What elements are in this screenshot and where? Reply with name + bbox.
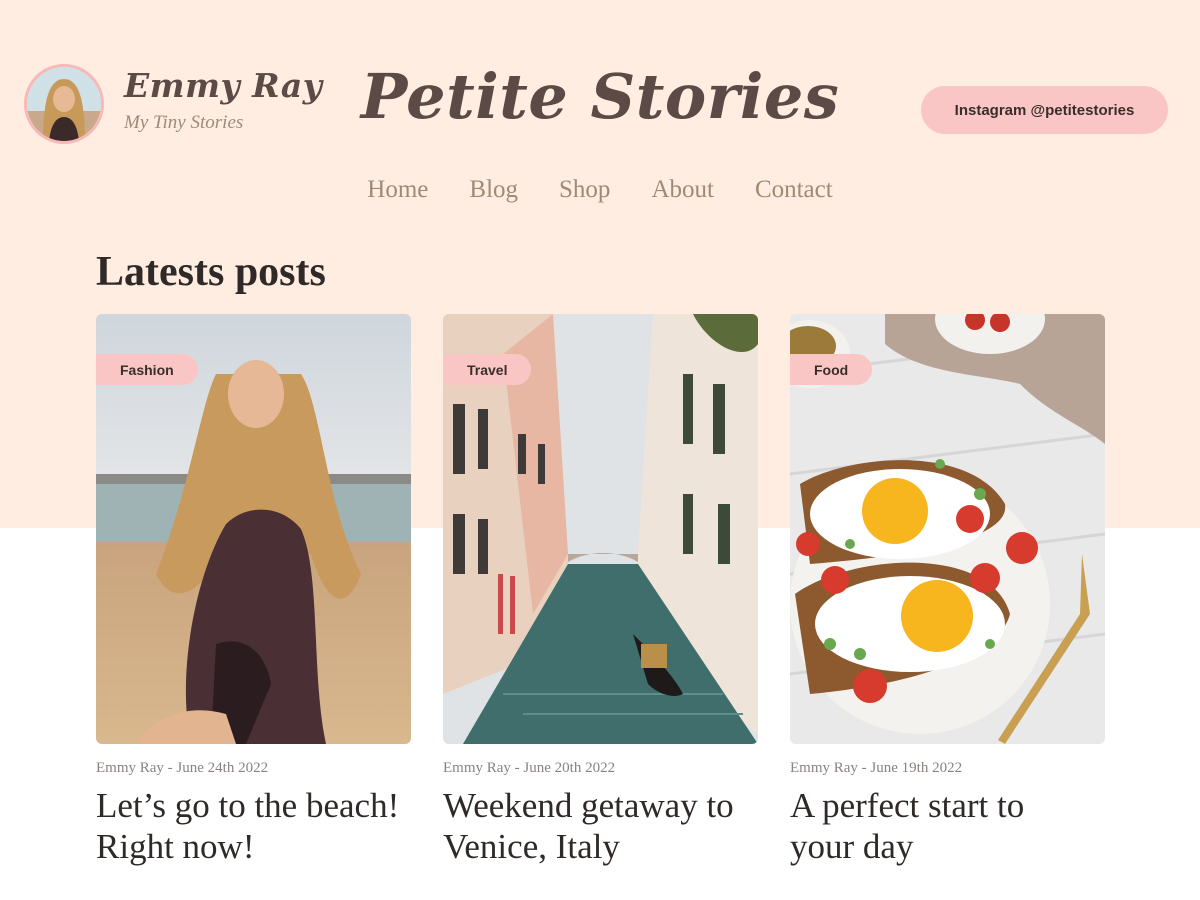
- post-title-line: Weekend getaway to: [443, 786, 734, 825]
- main-nav: Home Blog Shop About Contact: [0, 176, 1200, 204]
- nav-blog[interactable]: Blog: [469, 176, 518, 204]
- beach-photo[interactable]: Fashion: [96, 314, 411, 744]
- post-meta: Emmy Ray - June 19th 2022: [790, 760, 963, 776]
- post-title-line: your day: [790, 827, 914, 866]
- nav-about[interactable]: About: [651, 176, 714, 204]
- post-card-beach[interactable]: Fashion Emmy Ray - June 24th 2022 Let’s …: [96, 314, 411, 867]
- post-title[interactable]: Let’s go to the beach! Right now!: [96, 785, 411, 867]
- eggs-toast-photo[interactable]: Food: [790, 314, 1105, 744]
- post-title-line: Venice, Italy: [443, 827, 620, 866]
- post-card-eggs[interactable]: Food Emmy Ray - June 19th 2022 A perfect…: [790, 314, 1105, 867]
- post-meta: Emmy Ray - June 24th 2022: [96, 760, 269, 776]
- instagram-button[interactable]: Instagram @petitestories: [921, 86, 1168, 134]
- venice-canal-photo[interactable]: Travel: [443, 314, 758, 744]
- category-badge[interactable]: Travel: [443, 354, 532, 385]
- post-card-venice[interactable]: Travel Emmy Ray - June 20th 2022 Weekend…: [443, 314, 758, 867]
- nav-shop[interactable]: Shop: [559, 176, 610, 204]
- section-title: Latests posts: [96, 249, 326, 295]
- nav-contact[interactable]: Contact: [755, 176, 833, 204]
- post-title[interactable]: A perfect start to your day: [790, 785, 1105, 867]
- post-title[interactable]: Weekend getaway to Venice, Italy: [443, 785, 758, 867]
- nav-home[interactable]: Home: [367, 176, 428, 204]
- post-meta: Emmy Ray - June 20th 2022: [443, 760, 616, 776]
- category-badge[interactable]: Food: [790, 354, 873, 385]
- post-title-line: A perfect start to: [790, 786, 1025, 825]
- category-badge[interactable]: Fashion: [96, 354, 198, 385]
- post-title-line: Right now!: [96, 827, 255, 866]
- post-title-line: Let’s go to the beach!: [96, 786, 400, 825]
